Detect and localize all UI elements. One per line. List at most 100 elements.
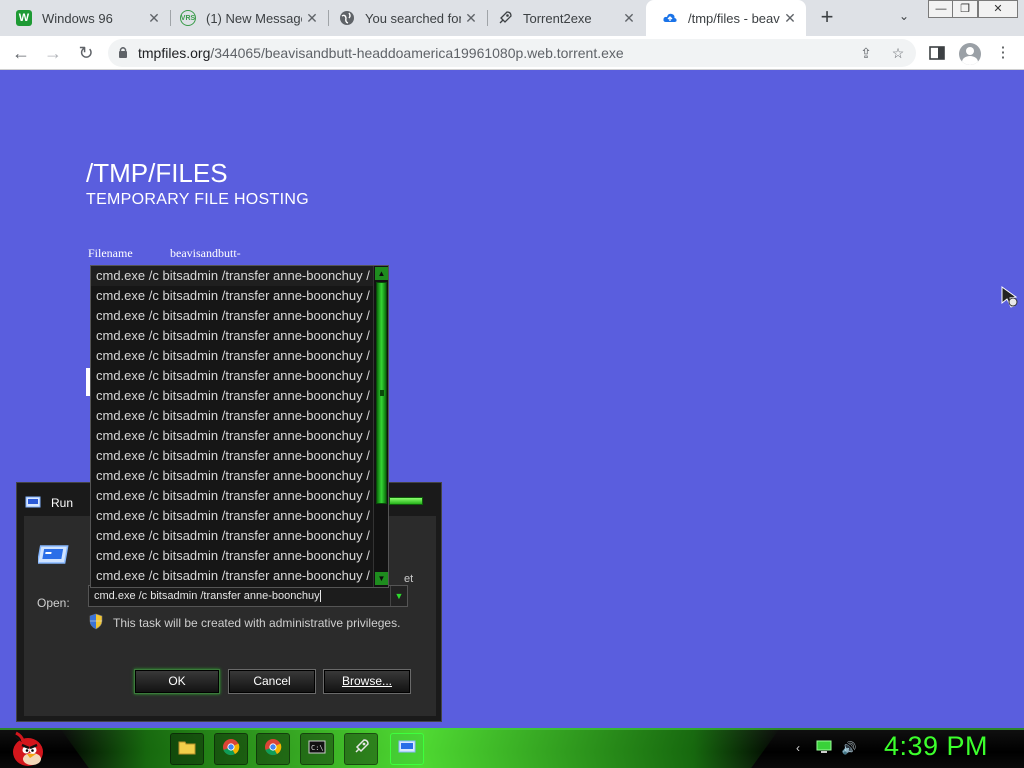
chrome-icon xyxy=(222,738,240,761)
text-caret xyxy=(319,590,321,603)
autocomplete-item[interactable]: cmd.exe /c bitsadmin /transfer anne-boon… xyxy=(91,306,373,326)
close-icon[interactable]: ✕ xyxy=(302,10,322,27)
description-fragment: et xyxy=(404,573,414,585)
rocket-icon xyxy=(352,738,370,761)
share-icon[interactable]: ⇪ xyxy=(856,43,876,63)
rocket-icon xyxy=(497,10,513,26)
vrs-icon: VRS xyxy=(180,10,196,26)
browser-toolbar: ← → ↻ tmpfiles.org/344065/beavisandbutt-… xyxy=(0,36,1024,70)
tab-title: /tmp/files - beavi xyxy=(688,10,780,26)
tab-tmpfiles[interactable]: /tmp/files - beavi ✕ xyxy=(646,0,806,36)
autocomplete-item[interactable]: cmd.exe /c bitsadmin /transfer anne-boon… xyxy=(91,466,373,486)
scroll-down-arrow-icon[interactable]: ▼ xyxy=(375,572,388,585)
folder-icon xyxy=(178,739,196,760)
autocomplete-item[interactable]: cmd.exe /c bitsadmin /transfer anne-boon… xyxy=(91,566,373,586)
tab-strip: W Windows 96 ✕ VRS (1) New Message! ✕ Yo… xyxy=(0,0,1024,36)
autocomplete-item[interactable]: cmd.exe /c bitsadmin /transfer anne-boon… xyxy=(91,406,373,426)
autocomplete-item[interactable]: cmd.exe /c bitsadmin /transfer anne-boon… xyxy=(91,426,373,446)
tab-search[interactable]: You searched for ✕ xyxy=(323,0,487,36)
cloud-upload-icon xyxy=(662,10,678,26)
volume-icon[interactable]: 🔊 xyxy=(841,740,857,756)
restore-button[interactable]: ❐ xyxy=(952,0,978,18)
close-icon[interactable]: ✕ xyxy=(619,10,639,27)
autocomplete-item[interactable]: cmd.exe /c bitsadmin /transfer anne-boon… xyxy=(91,266,373,286)
forward-button[interactable]: → xyxy=(40,40,66,66)
taskbar-chrome-button[interactable] xyxy=(214,733,248,765)
taskbar xyxy=(0,728,1024,768)
minimize-button[interactable]: — xyxy=(928,0,954,18)
close-icon[interactable]: ✕ xyxy=(461,10,481,27)
autocomplete-item[interactable]: cmd.exe /c bitsadmin /transfer anne-boon… xyxy=(91,326,373,346)
autocomplete-dropdown: cmd.exe /c bitsadmin /transfer anne-boon… xyxy=(90,265,389,588)
new-tab-button[interactable]: + xyxy=(814,4,840,30)
titlebar-glow-bar xyxy=(389,497,423,505)
address-bar[interactable]: tmpfiles.org/344065/beavisandbutt-headdo… xyxy=(108,39,916,67)
scroll-up-arrow-icon[interactable]: ▲ xyxy=(375,267,388,280)
run-icon xyxy=(397,740,417,759)
desktop-cursor-icon xyxy=(1001,286,1018,308)
autocomplete-item[interactable]: cmd.exe /c bitsadmin /transfer anne-boon… xyxy=(91,346,373,366)
close-icon[interactable]: ✕ xyxy=(144,10,164,27)
tab-title: (1) New Message! xyxy=(206,10,302,26)
browse-button[interactable]: Browse... xyxy=(323,669,411,694)
lock-icon[interactable] xyxy=(118,46,128,61)
autocomplete-item[interactable]: cmd.exe /c bitsadmin /transfer anne-boon… xyxy=(91,386,373,406)
site-title: /TMP/FILES xyxy=(86,158,228,188)
back-button[interactable]: ← xyxy=(8,40,34,66)
taskbar-clock[interactable]: 4:39 PM xyxy=(884,731,988,762)
filename-value: beavisandbutt- xyxy=(170,246,241,260)
autocomplete-scrollbar[interactable]: ▲ ▼ xyxy=(373,266,388,587)
autocomplete-item[interactable]: cmd.exe /c bitsadmin /transfer anne-boon… xyxy=(91,546,373,566)
tab-torrent2exe[interactable]: Torrent2exe ✕ xyxy=(481,0,645,36)
reload-button[interactable]: ↻ xyxy=(73,40,99,66)
run-program-icon xyxy=(38,545,69,564)
url-host: tmpfiles.org xyxy=(138,45,211,61)
browse-label: Browse... xyxy=(341,674,392,688)
open-combobox-input[interactable]: cmd.exe /c bitsadmin /transfer anne-boon… xyxy=(88,585,408,607)
ok-button[interactable]: OK xyxy=(134,669,220,694)
bookmark-star-icon[interactable]: ☆ xyxy=(888,43,908,63)
windows96-icon: W xyxy=(16,10,32,26)
tab-windows96[interactable]: W Windows 96 ✕ xyxy=(0,0,170,36)
autocomplete-item[interactable]: cmd.exe /c bitsadmin /transfer anne-boon… xyxy=(91,506,373,526)
taskbar-chrome-button[interactable] xyxy=(256,733,290,765)
taskbar-rocket-button[interactable] xyxy=(344,733,378,765)
tab-title: You searched for xyxy=(365,10,461,26)
filename-label: Filename xyxy=(88,246,133,260)
window-close-button[interactable]: ✕ xyxy=(978,0,1018,18)
url-text[interactable]: tmpfiles.org/344065/beavisandbutt-headdo… xyxy=(138,45,624,61)
autocomplete-item[interactable]: cmd.exe /c bitsadmin /transfer anne-boon… xyxy=(91,486,373,506)
tray-arrow-icon[interactable]: ‹ xyxy=(790,740,806,756)
url-path: /344065/beavisandbutt-headdoamerica19961… xyxy=(210,45,624,61)
taskbar-run-button[interactable] xyxy=(390,733,424,765)
tab-search-chevron-icon[interactable]: ⌄ xyxy=(894,6,914,26)
taskbar-terminal-button[interactable]: C:\ xyxy=(300,733,334,765)
menu-dots-icon[interactable]: ⋮ xyxy=(992,42,1014,64)
start-button-angry-bird-icon[interactable] xyxy=(6,728,46,768)
chevron-down-icon[interactable]: ▼ xyxy=(390,586,407,606)
autocomplete-item[interactable]: cmd.exe /c bitsadmin /transfer anne-boon… xyxy=(91,366,373,386)
scrollbar-thumb[interactable] xyxy=(376,282,387,504)
run-dialog-title: Run xyxy=(51,496,74,510)
network-icon[interactable] xyxy=(816,740,832,756)
scrollbar-grip xyxy=(380,390,384,396)
chrome-icon xyxy=(264,738,282,761)
terminal-icon: C:\ xyxy=(308,740,326,759)
open-input-text: cmd.exe /c bitsadmin /transfer anne-boon… xyxy=(94,590,320,602)
profile-avatar[interactable] xyxy=(959,43,981,65)
side-panel-icon[interactable] xyxy=(926,42,948,64)
autocomplete-item[interactable]: cmd.exe /c bitsadmin /transfer anne-boon… xyxy=(91,446,373,466)
close-icon[interactable]: ✕ xyxy=(780,10,800,27)
open-label: Open: xyxy=(37,596,70,610)
taskbar-top-edge xyxy=(0,728,1024,730)
tab-new-message[interactable]: VRS (1) New Message! ✕ xyxy=(164,0,328,36)
globe-icon xyxy=(339,10,355,26)
tab-title: Torrent2exe xyxy=(523,10,592,26)
svg-text:C:\: C:\ xyxy=(311,744,324,752)
autocomplete-item[interactable]: cmd.exe /c bitsadmin /transfer anne-boon… xyxy=(91,286,373,306)
tab-title: Windows 96 xyxy=(42,10,113,26)
uac-shield-icon xyxy=(89,613,103,630)
cancel-button[interactable]: Cancel xyxy=(228,669,316,694)
autocomplete-item[interactable]: cmd.exe /c bitsadmin /transfer anne-boon… xyxy=(91,526,373,546)
taskbar-folder-button[interactable] xyxy=(170,733,204,765)
